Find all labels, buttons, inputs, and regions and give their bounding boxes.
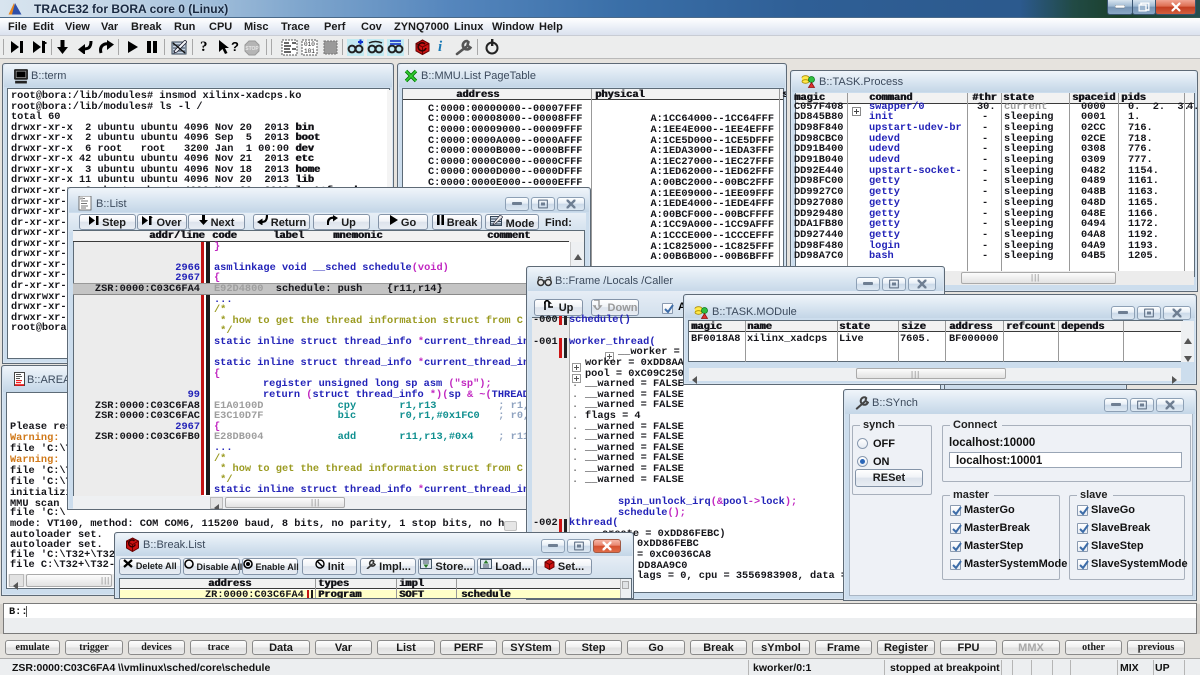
svg-text:010: 010 (304, 41, 315, 48)
svg-text:STOP: STOP (245, 46, 259, 52)
svg-text:101: 101 (304, 48, 315, 55)
